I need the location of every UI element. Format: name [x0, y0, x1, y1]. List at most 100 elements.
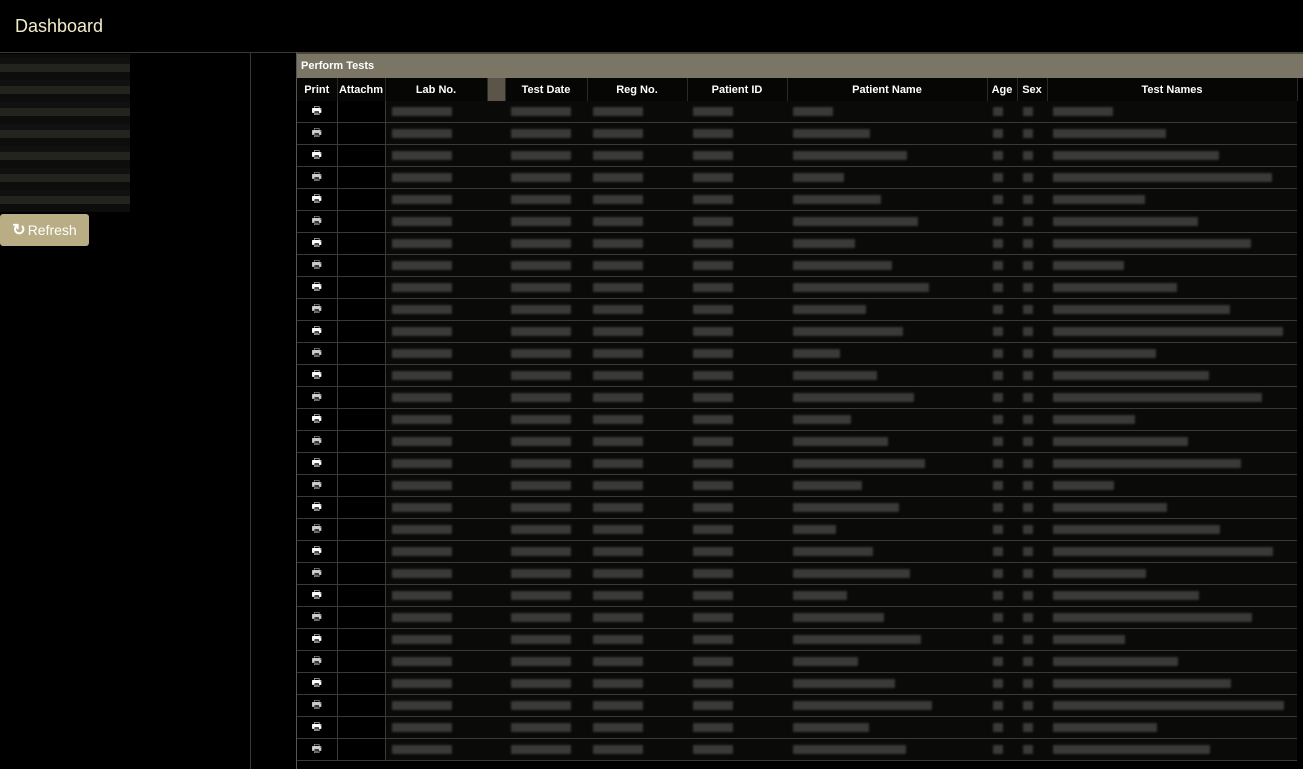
print-icon[interactable]: 🖶 — [312, 171, 322, 183]
print-cell[interactable]: 🖶 — [297, 144, 338, 167]
print-icon[interactable]: 🖶 — [312, 589, 322, 601]
table-row[interactable]: 🖶 — [297, 650, 1297, 673]
print-icon[interactable]: 🖶 — [312, 105, 322, 117]
table-row[interactable]: 🖶 — [297, 166, 1297, 189]
print-cell[interactable]: 🖶 — [297, 628, 338, 651]
print-icon[interactable]: 🖶 — [312, 457, 322, 469]
print-icon[interactable]: 🖶 — [312, 633, 322, 645]
print-icon[interactable]: 🖶 — [312, 259, 322, 271]
table-row[interactable]: 🖶 — [297, 122, 1297, 145]
column-header[interactable]: Patient ID — [687, 78, 788, 101]
print-icon[interactable]: 🖶 — [312, 721, 322, 733]
column-header[interactable] — [487, 78, 506, 101]
print-cell[interactable]: 🖶 — [297, 298, 338, 321]
print-icon[interactable]: 🖶 — [312, 567, 322, 579]
print-cell[interactable]: 🖶 — [297, 452, 338, 475]
print-cell[interactable]: 🖶 — [297, 210, 338, 233]
table-row[interactable]: 🖶 — [297, 584, 1297, 607]
print-icon[interactable]: 🖶 — [312, 501, 322, 513]
print-icon[interactable]: 🖶 — [312, 281, 322, 293]
print-icon[interactable]: 🖶 — [312, 325, 322, 337]
print-cell[interactable]: 🖶 — [297, 716, 338, 739]
table-row[interactable]: 🖶 — [297, 408, 1297, 431]
table-row[interactable]: 🖶 — [297, 452, 1297, 475]
print-cell[interactable]: 🖶 — [297, 518, 338, 541]
print-cell[interactable]: 🖶 — [297, 584, 338, 607]
print-cell[interactable]: 🖶 — [297, 672, 338, 695]
print-cell[interactable]: 🖶 — [297, 650, 338, 673]
print-icon[interactable]: 🖶 — [312, 149, 322, 161]
column-header[interactable]: Age — [987, 78, 1018, 101]
print-cell[interactable]: 🖶 — [297, 562, 338, 585]
print-icon[interactable]: 🖶 — [312, 413, 322, 425]
print-icon[interactable]: 🖶 — [312, 611, 322, 623]
table-row[interactable]: 🖶 — [297, 518, 1297, 541]
print-cell[interactable]: 🖶 — [297, 540, 338, 563]
print-cell[interactable]: 🖶 — [297, 386, 338, 409]
table-row[interactable]: 🖶 — [297, 496, 1297, 519]
column-header[interactable]: Patient Name — [787, 78, 988, 101]
table-row[interactable]: 🖶 — [297, 342, 1297, 365]
print-icon[interactable]: 🖶 — [312, 523, 322, 535]
print-cell[interactable]: 🖶 — [297, 342, 338, 365]
column-header[interactable]: Lab No. — [385, 78, 488, 101]
table-row[interactable]: 🖶 — [297, 562, 1297, 585]
print-icon[interactable]: 🖶 — [312, 743, 322, 755]
print-icon[interactable]: 🖶 — [312, 479, 322, 491]
print-cell[interactable]: 🖶 — [297, 430, 338, 453]
table-row[interactable]: 🖶 — [297, 364, 1297, 387]
print-icon[interactable]: 🖶 — [312, 127, 322, 139]
print-icon[interactable]: 🖶 — [312, 391, 322, 403]
table-row[interactable]: 🖶 — [297, 606, 1297, 629]
print-icon[interactable]: 🖶 — [312, 435, 322, 447]
table-row[interactable]: 🖶 — [297, 276, 1297, 299]
print-cell[interactable]: 🖶 — [297, 166, 338, 189]
print-icon[interactable]: 🖶 — [312, 545, 322, 557]
print-cell[interactable]: 🖶 — [297, 122, 338, 145]
print-cell[interactable]: 🖶 — [297, 408, 338, 431]
refresh-button[interactable]: ↻ Refresh — [0, 214, 89, 246]
table-row[interactable]: 🖶 — [297, 716, 1297, 739]
table-row[interactable]: 🖶 — [297, 386, 1297, 409]
print-icon[interactable]: 🖶 — [312, 655, 322, 667]
print-cell[interactable]: 🖶 — [297, 320, 338, 343]
print-cell[interactable]: 🖶 — [297, 694, 338, 717]
table-row[interactable]: 🖶 — [297, 188, 1297, 211]
print-icon[interactable]: 🖶 — [312, 699, 322, 711]
print-icon[interactable]: 🖶 — [312, 347, 322, 359]
column-header[interactable]: Attachm — [337, 78, 386, 101]
column-header[interactable]: Print — [297, 78, 338, 101]
table-row[interactable]: 🖶 — [297, 320, 1297, 343]
column-header[interactable]: Sex — [1017, 78, 1048, 101]
print-cell[interactable]: 🖶 — [297, 101, 338, 123]
table-row[interactable]: 🖶 — [297, 254, 1297, 277]
table-row[interactable]: 🖶 — [297, 474, 1297, 497]
table-row[interactable]: 🖶 — [297, 298, 1297, 321]
print-icon[interactable]: 🖶 — [312, 369, 322, 381]
column-header[interactable]: Test Names — [1047, 78, 1298, 101]
print-icon[interactable]: 🖶 — [312, 303, 322, 315]
print-cell[interactable]: 🖶 — [297, 188, 338, 211]
table-row[interactable]: 🖶 — [297, 738, 1297, 761]
column-header[interactable]: Reg No. — [587, 78, 688, 101]
table-row[interactable]: 🖶 — [297, 694, 1297, 717]
table-row[interactable]: 🖶 — [297, 210, 1297, 233]
table-row[interactable]: 🖶 — [297, 144, 1297, 167]
print-cell[interactable]: 🖶 — [297, 254, 338, 277]
table-row[interactable]: 🖶 — [297, 232, 1297, 255]
print-cell[interactable]: 🖶 — [297, 364, 338, 387]
table-row[interactable]: 🖶 — [297, 540, 1297, 563]
print-icon[interactable]: 🖶 — [312, 237, 322, 249]
print-cell[interactable]: 🖶 — [297, 738, 338, 761]
print-icon[interactable]: 🖶 — [312, 215, 322, 227]
print-cell[interactable]: 🖶 — [297, 276, 338, 299]
table-row[interactable]: 🖶 — [297, 628, 1297, 651]
print-icon[interactable]: 🖶 — [312, 677, 322, 689]
print-icon[interactable]: 🖶 — [312, 193, 322, 205]
print-cell[interactable]: 🖶 — [297, 232, 338, 255]
print-cell[interactable]: 🖶 — [297, 496, 338, 519]
print-cell[interactable]: 🖶 — [297, 606, 338, 629]
print-cell[interactable]: 🖶 — [297, 474, 338, 497]
table-row[interactable]: 🖶 — [297, 101, 1297, 123]
table-row[interactable]: 🖶 — [297, 430, 1297, 453]
